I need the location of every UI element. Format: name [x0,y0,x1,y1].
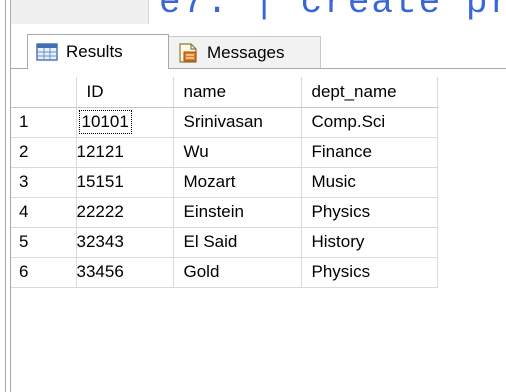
tab-results[interactable]: Results [27,34,169,69]
cell-name[interactable]: Einstein [173,197,302,228]
pane-left-border [0,0,11,392]
selected-cell-value: 10101 [77,108,134,136]
editor-gutter [11,0,149,24]
code-fragment: e7: | create pro [159,0,506,23]
table-row: 1 10101 Srinivasan Comp.Sci [11,107,438,138]
row-number[interactable]: 1 [11,107,77,138]
cell-dept-name[interactable]: Finance [301,137,438,168]
row-number[interactable]: 5 [11,227,77,258]
tab-results-label: Results [66,42,123,61]
results-grid-area: ID name dept_name 1 10101 Srinivasan Com… [11,68,506,392]
column-header-name[interactable]: name [173,77,302,108]
cell-dept-name[interactable]: Comp.Sci [301,107,438,138]
cell-name[interactable]: Wu [173,137,302,168]
table-row: 3 15151 Mozart Music [11,167,438,198]
cell-dept-name[interactable]: Music [301,167,438,198]
table-row: 4 22222 Einstein Physics [11,197,438,228]
cell-name[interactable]: Mozart [173,167,302,198]
table-row: 6 33456 Gold Physics [11,257,438,288]
results-tab-bar: Results Messages [11,24,506,69]
table-row: 5 32343 El Said History [11,227,438,258]
column-header-id[interactable]: ID [76,77,174,108]
cell-name[interactable]: Srinivasan [173,107,302,138]
query-editor-strip[interactable]: e7: | create pro [11,0,506,25]
grid-icon [36,42,58,62]
cell-dept-name[interactable]: Physics [301,197,438,228]
row-number-header[interactable] [11,77,77,108]
cell-id[interactable]: 22222 [76,197,174,228]
row-number[interactable]: 2 [11,137,77,168]
results-pane: e7: | create pro Results Messages ID nam… [0,0,506,392]
cell-name[interactable]: Gold [173,257,302,288]
grid-header-row: ID name dept_name [11,77,438,108]
cell-id[interactable]: 33456 [76,257,174,288]
cell-name[interactable]: El Said [173,227,302,258]
results-grid: ID name dept_name 1 10101 Srinivasan Com… [11,77,438,288]
cell-dept-name[interactable]: Physics [301,257,438,288]
messages-icon [177,42,199,63]
cell-id[interactable]: 15151 [76,167,174,198]
row-number[interactable]: 6 [11,257,77,288]
tab-messages[interactable]: Messages [169,36,321,68]
cell-id[interactable]: 12121 [76,137,174,168]
row-number[interactable]: 4 [11,197,77,228]
row-number[interactable]: 3 [11,167,77,198]
tab-messages-label: Messages [207,42,285,62]
column-header-dept-name[interactable]: dept_name [301,77,438,108]
cell-id[interactable]: 10101 [76,107,174,138]
cell-id[interactable]: 32343 [76,227,174,258]
cell-dept-name[interactable]: History [301,227,438,258]
table-row: 2 12121 Wu Finance [11,137,438,168]
